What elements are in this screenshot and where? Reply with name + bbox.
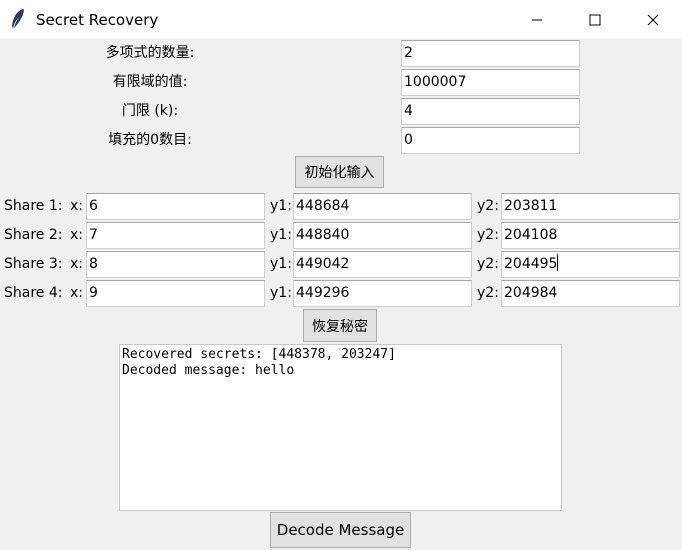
share-3-y2-input[interactable]: 204495 — [501, 251, 680, 278]
share-2-label: Share 2: — [4, 227, 63, 243]
share-4-x-label: x: — [70, 285, 84, 301]
share-4-y1-label: y1: — [270, 285, 292, 301]
share-3-label: Share 3: — [4, 256, 63, 272]
share-1-x-input[interactable]: 6 — [86, 193, 265, 220]
maximize-button[interactable] — [566, 0, 624, 39]
share-1-y2-input[interactable]: 203811 — [501, 193, 680, 220]
share-3-x-input[interactable]: 8 — [86, 251, 265, 278]
share-1-y1-label: y1: — [270, 198, 292, 214]
share-4-y2-input[interactable]: 204984 — [501, 280, 680, 307]
recover-secret-button[interactable]: 恢复秘密 — [303, 309, 377, 342]
output-line-2: Decoded message: hello — [122, 363, 295, 378]
shares-grid: Share 1: x: 6 y1: 448684 y2: 203811 Shar… — [0, 193, 682, 307]
maximize-icon — [589, 14, 601, 25]
share-2-y2-input[interactable]: 204108 — [501, 222, 680, 249]
share-1-y1-input[interactable]: 448684 — [293, 193, 472, 220]
poly-count-label: 多项式的数量: — [105, 45, 195, 61]
threshold-label: 门限 (k): — [121, 103, 179, 119]
field-value-label: 有限域的值: — [112, 74, 188, 90]
close-button[interactable] — [624, 0, 682, 39]
share-3-y2-value: 204495 — [504, 256, 558, 272]
share-1-label: Share 1: — [4, 198, 63, 214]
output-line-1: Recovered secrets: [448378, 203247] — [122, 347, 396, 362]
window-title: Secret Recovery — [36, 11, 159, 29]
share-4-y1-input[interactable]: 449296 — [293, 280, 472, 307]
share-3-x-label: x: — [70, 256, 84, 272]
share-3-y1-label: y1: — [270, 256, 292, 272]
title-bar: Secret Recovery — [0, 0, 682, 39]
feather-icon — [10, 8, 26, 30]
init-input-button[interactable]: 初始化输入 — [295, 156, 384, 188]
share-2-x-input[interactable]: 7 — [86, 222, 265, 249]
output-textbox[interactable]: Recovered secrets: [448378, 203247] Decod… — [119, 344, 562, 511]
decode-message-button[interactable]: Decode Message — [270, 512, 411, 548]
text-caret — [557, 254, 559, 271]
padding-count-label: 填充的0数目: — [108, 132, 192, 148]
share-2-x-label: x: — [70, 227, 84, 243]
share-4-label: Share 4: — [4, 285, 63, 301]
field-value-input[interactable]: 1000007 — [401, 69, 580, 96]
share-1-x-label: x: — [70, 198, 84, 214]
poly-count-input[interactable]: 2 — [401, 40, 580, 67]
share-2-y2-label: y2: — [477, 227, 499, 243]
minimize-button[interactable] — [508, 0, 566, 39]
share-3-y2-label: y2: — [477, 256, 499, 272]
close-icon — [647, 14, 659, 25]
minimize-icon — [532, 19, 542, 20]
share-4-x-input[interactable]: 9 — [86, 280, 265, 307]
threshold-input[interactable]: 4 — [401, 98, 580, 125]
share-1-y2-label: y2: — [477, 198, 499, 214]
share-2-y1-label: y1: — [270, 227, 292, 243]
share-4-y2-label: y2: — [477, 285, 499, 301]
share-2-y1-input[interactable]: 448840 — [293, 222, 472, 249]
share-3-y1-input[interactable]: 449042 — [293, 251, 472, 278]
padding-count-input[interactable]: 0 — [401, 127, 580, 154]
